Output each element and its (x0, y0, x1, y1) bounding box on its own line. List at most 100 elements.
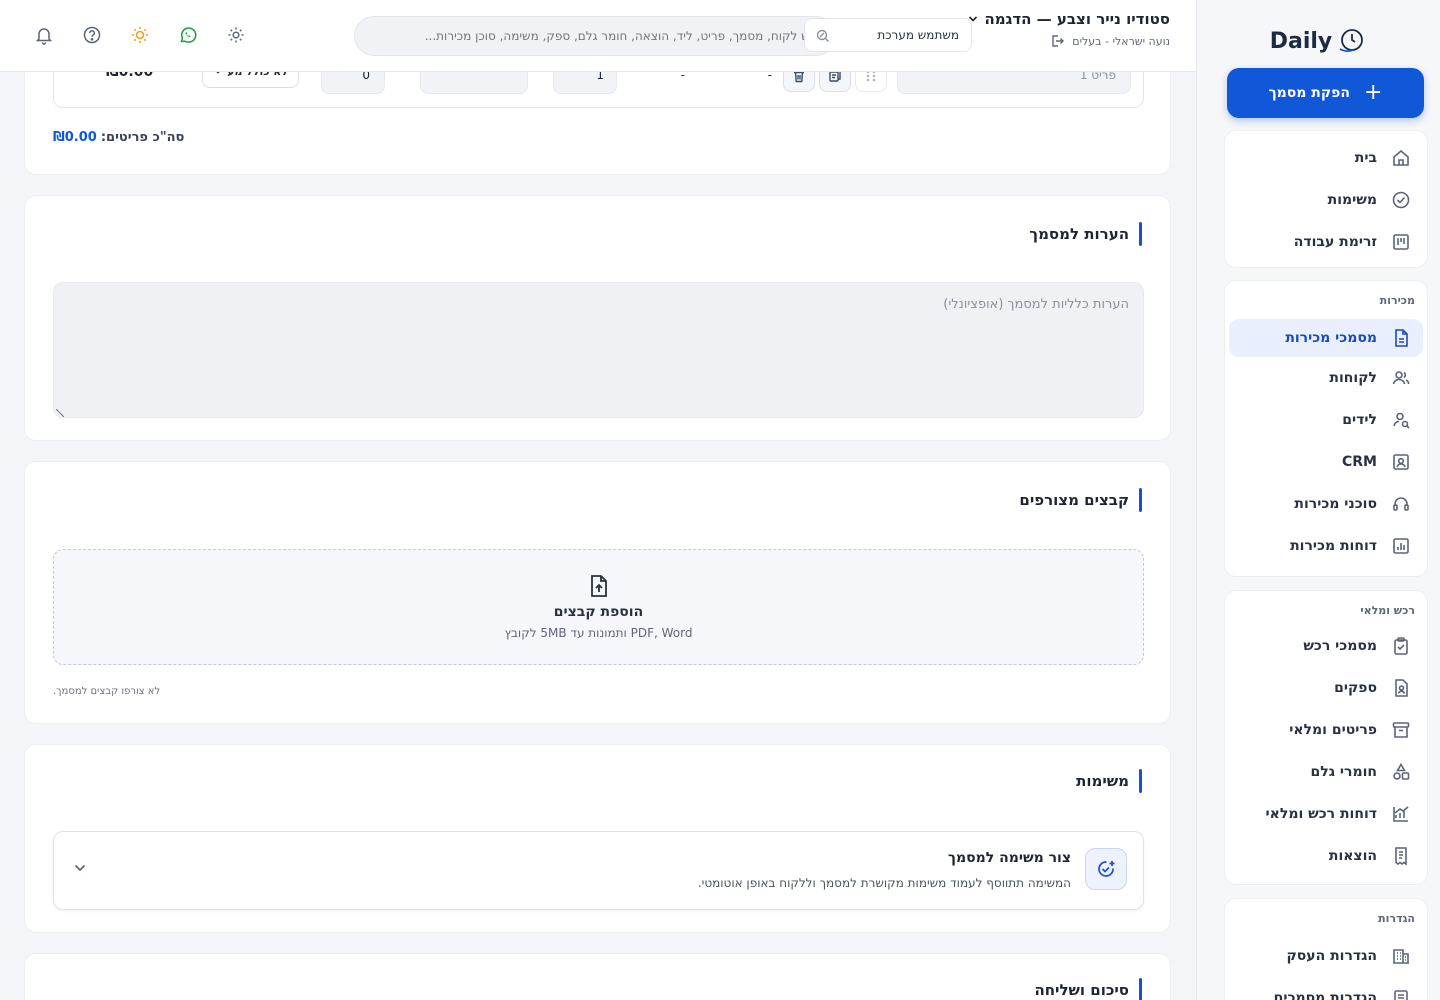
sidebar-item-label: דוחות רכש ומלאי (1265, 806, 1377, 822)
files-title: קבצים מצורפים (1019, 488, 1142, 512)
tasks-card: משימות צור משימה למסמך המשימה תתווסף לעמ… (24, 744, 1171, 933)
shapes-icon (1391, 762, 1411, 782)
sidebar-item-items-inventory[interactable]: פריטים ומלאי (1229, 709, 1423, 751)
sidebar-item-raw-materials[interactable]: חומרי גלם (1229, 751, 1423, 793)
nav-group-title: הגדרות (1378, 911, 1415, 925)
logout-icon[interactable] (1050, 34, 1065, 48)
sidebar-item-expenses[interactable]: הוצאות (1229, 835, 1423, 877)
sidebar-item-tasks[interactable]: משימות (1229, 179, 1423, 221)
sidebar-item-label: משימות (1327, 192, 1377, 208)
summary-title-text: סיכום ושליחה (1034, 981, 1129, 999)
create-task-subtitle: המשימה תתווסף לעמוד משימות מקושרת למסמך … (697, 876, 1071, 890)
user-chip-label: משתמש מערכת (877, 28, 959, 42)
sidebar-item-suppliers[interactable]: ספקים (1229, 667, 1423, 709)
summary-title: סיכום ושליחה (1034, 978, 1142, 1000)
no-files-note: לא צורפו קבצים למסמך. (53, 686, 161, 697)
building-icon (1391, 946, 1411, 966)
items-summary-label: סה"כ פריטים: (100, 130, 185, 145)
create-task-box[interactable]: צור משימה למסמך המשימה תתווסף לעמוד משימ… (53, 831, 1144, 910)
sidebar-item-label: CRM (1342, 454, 1377, 470)
sidebar-item-sales-documents[interactable]: מסמכי מכירות (1229, 319, 1423, 357)
resize-handle-icon[interactable] (56, 409, 64, 417)
headset-icon (1391, 494, 1411, 514)
dropzone-subtitle: PDF, Word ותמונות עד 5MB לקובץ (504, 626, 693, 640)
nav-group-title: רכש ומלאי (1360, 603, 1415, 617)
tasks-title: משימות (1076, 769, 1142, 793)
sidebar-item-label: זרימת עבודה (1293, 234, 1377, 250)
contact-card-icon (1391, 452, 1411, 472)
sidebar-item-label: הוצאות (1328, 848, 1377, 864)
brand-logo[interactable]: Daily (1196, 24, 1440, 58)
check-circle-icon (1391, 190, 1411, 210)
section-accent-bar (1139, 222, 1142, 246)
sidebar-item-customers[interactable]: לקוחות (1229, 357, 1423, 399)
chevron-down-icon[interactable] (74, 864, 86, 872)
nav-group-title: מכירות (1379, 293, 1415, 307)
sidebar-item-purchase-documents[interactable]: מסמכי רכש (1229, 625, 1423, 667)
files-card: קבצים מצורפים הוספת קבצים PDF, Word ותמו… (24, 461, 1171, 724)
sidebar-item-label: לידים (1342, 412, 1377, 428)
section-accent-bar (1139, 978, 1142, 1000)
global-search[interactable] (354, 16, 836, 56)
notes-title-text: הערות למסמך (1029, 225, 1129, 243)
notes-placeholder: הערות כלליות למסמך (אופציונלי) (943, 297, 1129, 312)
file-upload-icon (588, 574, 610, 598)
sidebar-item-document-settings[interactable]: הגדרות מסמכים (1229, 977, 1423, 1000)
sidebar-item-label: בית (1354, 150, 1377, 166)
business-name: סטודיו נייר וצבע — הדגמה (984, 10, 1170, 28)
file-dropzone[interactable]: הוספת קבצים PDF, Word ותמונות עד 5MB לקו… (53, 549, 1144, 665)
business-switcher[interactable]: סטודיו נייר וצבע — הדגמה נועה ישראלי - ב… (968, 10, 1170, 48)
sun-icon[interactable] (128, 25, 150, 47)
sidebar-item-home[interactable]: בית (1229, 137, 1423, 179)
items-summary-value: ₪0.00 (53, 130, 97, 145)
users-icon (1391, 368, 1411, 388)
line-chart-icon (1391, 804, 1411, 824)
help-icon[interactable] (80, 25, 102, 47)
sidebar-item-label: סוכני מכירות (1294, 496, 1377, 512)
sidebar-item-purchase-reports[interactable]: דוחות רכש ומלאי (1229, 793, 1423, 835)
nav-group-sales: מכירות מסמכי מכירות לקוחות לידים CRM סוכ… (1224, 280, 1428, 577)
sidebar-item-sales-reports[interactable]: דוחות מכירות (1229, 525, 1423, 567)
business-sub-row: נועה ישראלי - בעלים (968, 34, 1170, 48)
sidebar-item-label: חומרי גלם (1310, 764, 1377, 780)
task-add-icon (1085, 848, 1127, 890)
user-search-icon (1391, 410, 1411, 430)
sidebar-item-leads[interactable]: לידים (1229, 399, 1423, 441)
sidebar-item-crm[interactable]: CRM (1229, 441, 1423, 483)
top-header: סטודיו נייר וצבע — הדגמה נועה ישראלי - ב… (0, 0, 1196, 72)
issue-document-label: הפקת מסמך (1268, 85, 1350, 101)
sidebar-item-label: דוחות מכירות (1290, 538, 1377, 554)
home-icon (1391, 148, 1411, 168)
whatsapp-icon[interactable] (176, 25, 198, 47)
receipt-icon (1391, 846, 1411, 866)
bell-icon[interactable] (32, 25, 54, 47)
issue-document-button[interactable]: + הפקת מסמך (1227, 68, 1424, 118)
gear-icon[interactable] (224, 25, 246, 47)
user-chip[interactable]: משתמש מערכת (804, 18, 972, 52)
business-owner: נועה ישראלי - בעלים (1072, 34, 1170, 48)
doc-settings-icon (1391, 988, 1411, 1000)
search-input[interactable] (365, 29, 825, 43)
sidebar-item-label: מסמכי מכירות (1285, 330, 1377, 346)
search-clear-icon[interactable] (815, 28, 831, 44)
sidebar: Daily + הפקת מסמך בית משימות זרימת עבודה… (1196, 0, 1440, 1000)
clock-logo-icon (1336, 27, 1366, 55)
section-accent-bar (1139, 769, 1142, 793)
nav-group-main: בית משימות זרימת עבודה (1224, 130, 1428, 268)
sidebar-item-sales-agents[interactable]: סוכני מכירות (1229, 483, 1423, 525)
create-task-title: צור משימה למסמך (947, 850, 1071, 866)
kanban-icon (1391, 232, 1411, 252)
sidebar-item-label: מסמכי רכש (1303, 638, 1377, 654)
sidebar-item-label: ספקים (1334, 680, 1377, 696)
summary-card: סיכום ושליחה (24, 953, 1171, 1000)
files-title-text: קבצים מצורפים (1019, 491, 1129, 509)
sidebar-item-workflow[interactable]: זרימת עבודה (1229, 221, 1423, 263)
notes-textarea[interactable]: הערות כלליות למסמך (אופציונלי) (53, 282, 1144, 418)
sidebar-item-business-settings[interactable]: הגדרות העסק (1229, 935, 1423, 977)
items-summary: סה"כ פריטים: ₪0.00 (53, 130, 184, 145)
notes-card: הערות למסמך הערות כלליות למסמך (אופציונל… (24, 195, 1171, 441)
section-accent-bar (1139, 488, 1142, 512)
archive-icon (1391, 720, 1411, 740)
dropzone-title: הוספת קבצים (553, 604, 644, 620)
document-icon (1391, 328, 1411, 348)
